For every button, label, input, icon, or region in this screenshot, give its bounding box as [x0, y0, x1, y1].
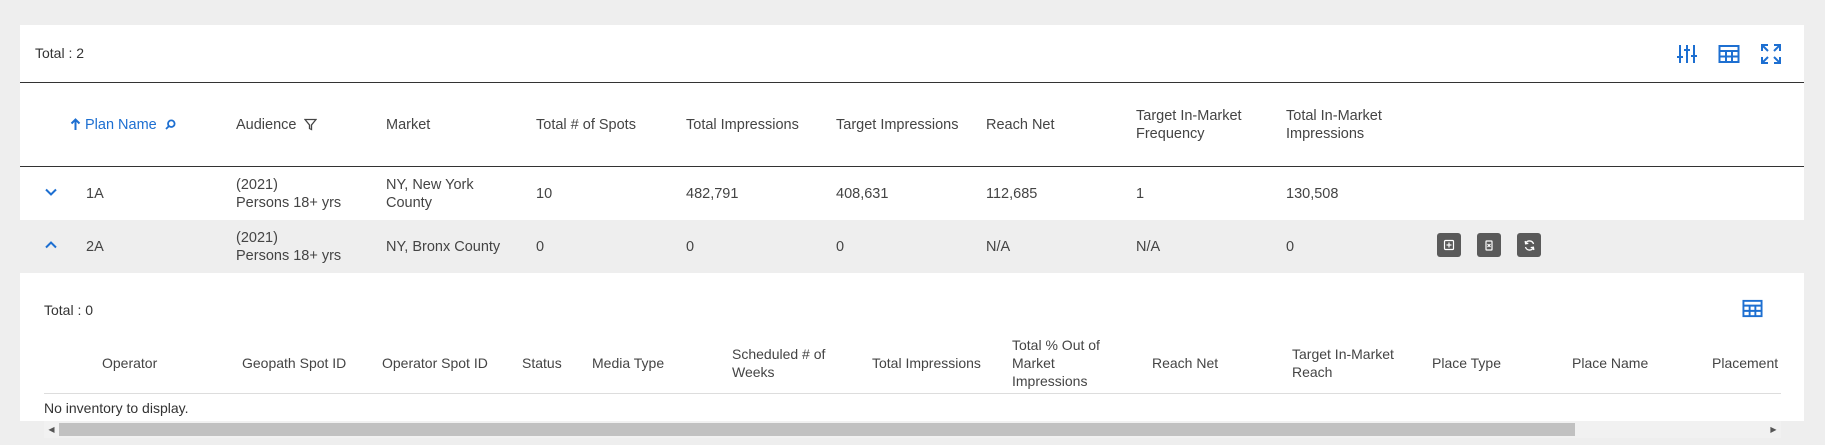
column-reach-net[interactable]: Reach Net	[1152, 333, 1218, 393]
table-header: Plan Name Audience Market Total # of Spo…	[20, 83, 1804, 167]
column-status[interactable]: Status	[522, 333, 562, 393]
column-media-type[interactable]: Media Type	[592, 333, 664, 393]
table-row[interactable]: 2A (2021) Persons 18+ yrs NY, Bronx Coun…	[20, 220, 1804, 273]
fullscreen-icon[interactable]	[1759, 42, 1782, 65]
cell-target-impressions: 408,631	[836, 185, 889, 202]
toolbar-icons	[1675, 42, 1782, 65]
inventory-table-header: Operator Geopath Spot ID Operator Spot I…	[44, 333, 1781, 394]
cell-market: NY, Bronx County	[386, 238, 501, 255]
column-total-spots[interactable]: Total # of Spots	[536, 83, 636, 166]
column-total-impressions[interactable]: Total Impressions	[686, 83, 799, 166]
filter-icon[interactable]	[304, 118, 318, 131]
column-target-frequency[interactable]: Target In-Market Frequency	[1136, 83, 1251, 166]
column-audience[interactable]: Audience	[236, 83, 318, 166]
table-columns-icon[interactable]	[1741, 298, 1764, 324]
cell-reach-net: N/A	[986, 238, 1011, 255]
table-columns-icon[interactable]	[1717, 42, 1740, 65]
table-row[interactable]: 1A (2021) Persons 18+ yrs NY, New York C…	[20, 167, 1804, 221]
cell-target-frequency: N/A	[1136, 238, 1161, 255]
sort-ascending-icon	[70, 118, 81, 131]
column-operator-spot-id[interactable]: Operator Spot ID	[382, 333, 488, 393]
cell-plan-name: 2A	[86, 238, 104, 255]
cell-target-frequency: 1	[1136, 185, 1145, 202]
cell-target-impressions: 0	[836, 238, 845, 255]
column-scheduled-weeks[interactable]: Scheduled # of Weeks	[732, 333, 837, 393]
cell-total-spots: 10	[536, 185, 553, 202]
column-reach-net[interactable]: Reach Net	[986, 83, 1055, 166]
add-icon[interactable]	[1437, 233, 1461, 257]
column-target-impressions[interactable]: Target Impressions	[836, 83, 959, 166]
refresh-icon[interactable]	[1517, 233, 1541, 257]
inventory-subtable: Total : 0 Operator Geopath Spot ID Opera…	[20, 273, 1804, 438]
column-geopath-spot-id[interactable]: Geopath Spot ID	[242, 333, 346, 393]
audience-name: Persons 18+ yrs	[236, 247, 342, 264]
column-plan-name[interactable]: Plan Name	[70, 83, 176, 166]
column-place-type[interactable]: Place Type	[1432, 333, 1501, 393]
cell-plan-name: 1A	[86, 185, 104, 202]
cell-market: NY, New York County	[386, 176, 474, 211]
cell-total-impressions: 0	[686, 238, 695, 255]
panel-toolbar: Total : 2	[20, 25, 1804, 83]
column-target-reach[interactable]: Target In-Market Reach	[1292, 333, 1407, 393]
search-icon[interactable]	[165, 119, 176, 130]
column-placement[interactable]: Placement	[1712, 333, 1778, 393]
column-operator[interactable]: Operator	[102, 333, 157, 393]
empty-state: No inventory to display.	[44, 400, 189, 416]
chevron-up-icon[interactable]	[43, 237, 59, 253]
audience-name: Persons 18+ yrs	[236, 194, 342, 211]
cell-audience: (2021) Persons 18+ yrs	[236, 220, 341, 273]
audience-year: (2021)	[236, 229, 278, 246]
audience-year: (2021)	[236, 176, 278, 193]
cell-total-impressions: 482,791	[686, 185, 739, 202]
cell-reach-net: 112,685	[986, 185, 1038, 202]
column-market[interactable]: Market	[386, 83, 430, 166]
column-place-name[interactable]: Place Name	[1572, 333, 1648, 393]
row-actions	[1437, 233, 1541, 257]
cell-audience: (2021) Persons 18+ yrs	[236, 167, 341, 220]
total-count: Total : 2	[35, 45, 85, 61]
cell-total-spots: 0	[536, 238, 545, 255]
column-out-of-market[interactable]: Total % Out of Market Impressions	[1012, 333, 1112, 393]
inventory-total-count: Total : 0	[44, 302, 94, 318]
scroll-right-icon[interactable]: ▶	[1766, 421, 1781, 438]
column-in-market-impressions[interactable]: Total In-Market Impressions	[1286, 83, 1401, 166]
sliders-icon[interactable]	[1675, 42, 1698, 65]
plans-panel: Total : 2 Plan Name Audience Market Tota…	[20, 25, 1804, 438]
scroll-left-icon[interactable]: ◀	[44, 421, 59, 438]
horizontal-scrollbar[interactable]: ◀ ▶	[44, 421, 1781, 438]
chevron-down-icon[interactable]	[43, 184, 59, 200]
scroll-thumb[interactable]	[59, 423, 1575, 436]
column-total-impressions[interactable]: Total Impressions	[872, 333, 981, 393]
cell-in-market-impressions: 130,508	[1286, 185, 1339, 202]
column-label: Plan Name	[85, 116, 157, 133]
cell-in-market-impressions: 0	[1286, 238, 1295, 255]
delete-icon[interactable]	[1477, 233, 1501, 257]
column-label: Audience	[236, 116, 297, 133]
